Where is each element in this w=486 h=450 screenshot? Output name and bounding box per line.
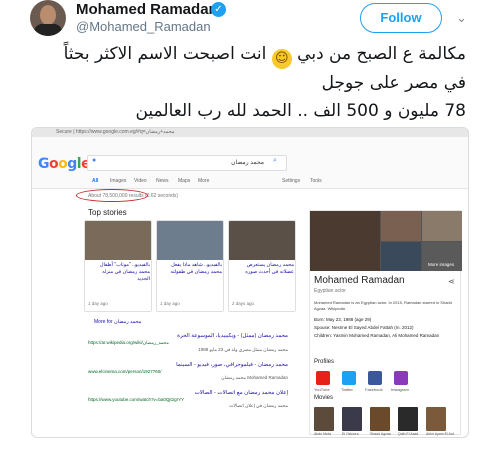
red-circle-annotation (76, 189, 148, 202)
movie-label: Qalb El Asad (398, 432, 419, 436)
google-logo-letter: g (67, 156, 77, 172)
movie-poster (370, 407, 390, 431)
kp-main-photo (310, 211, 380, 271)
tweet-card: Mohamed Ramadan ✓ @Mohamed_Ramadan Follo… (0, 0, 486, 450)
result-title: محمد رمضان (ممثل) - ويكيبيديا، الموسوعة … (177, 333, 288, 339)
result-title: محمد رمضان - فيلموجرافي، صور، فيديو - ال… (176, 362, 288, 368)
story-meta: 1 day ago (160, 301, 180, 306)
share-icon: ⋖ (448, 277, 455, 286)
tab-images: Images (110, 178, 127, 184)
movie-poster (314, 407, 334, 431)
tab-all: All (92, 178, 99, 184)
profiles-heading: Profiles (314, 359, 335, 365)
google-logo: Google (38, 156, 91, 172)
avatar[interactable] (30, 0, 66, 36)
movie-poster (342, 407, 362, 431)
result-url: https://ar.wikipedia.org/wiki/محمد_رمضان (88, 340, 169, 345)
story-card: بالفيديو.. شاهد ماذا يفعل محمد رمضان في … (156, 220, 224, 312)
avatar-face (40, 5, 56, 25)
result-snippet: محمد رمضان ممثل مصري ولد في 23 مايو 1988 (198, 347, 288, 352)
profile-label: Facebook (365, 387, 383, 392)
tweet-text-line-2: في مصر على جوجل (321, 73, 466, 93)
mic-icon: ● (92, 157, 97, 164)
grinning-face-emoji-icon: ☺ (271, 49, 292, 69)
story-thumbnail (157, 221, 223, 260)
movies-heading: Movies (314, 395, 334, 401)
story-card: محمد رمضان يستعرض عضلاته في أحدث صوره 2 … (228, 220, 296, 312)
movie-label: El Ostoora (342, 432, 359, 436)
knowledge-panel: More images Mohamed Ramadan ⋖ Egyptian a… (309, 210, 462, 436)
story-thumbnail (229, 221, 295, 260)
movie-label: Akhir Ayam El Ard (426, 432, 454, 436)
tab-settings: Settings (282, 178, 301, 184)
kp-fact: Born: May 23, 1988 (age 29) (314, 317, 372, 322)
movie-poster (426, 407, 446, 431)
google-logo-letter: o (58, 156, 68, 172)
movie-poster (398, 407, 418, 431)
story-title: بالفيديو.. شاهد ماذا يفعل محمد رمضان في … (170, 262, 222, 275)
search-result: محمد رمضان - فيلموجرافي، صور، فيديو - ال… (88, 362, 288, 381)
verified-badge-icon: ✓ (211, 2, 226, 17)
story-thumbnail (85, 221, 151, 260)
search-result: إعلان محمد رمضان مع اتصالات - الصالات ht… (88, 390, 288, 409)
tweet-text-line-1-b: انت اصبحت الاسم الاكثر بحثاً (63, 44, 267, 64)
movie-label: Shadd Agzaa (370, 432, 391, 436)
tab-maps: Maps (178, 178, 191, 184)
result-snippet: Mohamed Ramadan محمد رمضان (221, 375, 288, 380)
kp-subtitle: Egyptian actor (314, 288, 346, 294)
twitter-icon (342, 371, 356, 385)
story-meta: 1 day ago (88, 301, 108, 306)
story-meta: 2 days ago (232, 301, 255, 306)
result-url: www.elcinema.com/person/1927760/ (88, 369, 162, 374)
profile-label: Twitter (341, 387, 353, 392)
tweet-text-line-1-a: مكالمة ع الصبح من دبي (297, 44, 466, 64)
profile-label: Instagram (391, 387, 409, 392)
google-logo-letter: o (49, 156, 59, 172)
search-result: محمد رمضان (ممثل) - ويكيبيديا، الموسوعة … (88, 333, 288, 353)
google-logo-letter: G (38, 156, 50, 172)
attached-screenshot[interactable]: Secure | https://www.google.com.eg/#q=مح… (31, 127, 469, 438)
instagram-icon (394, 371, 408, 385)
movie-label: Abdo Mota (314, 432, 331, 436)
tab-news: News (156, 178, 169, 184)
avatar-body (34, 24, 62, 36)
top-stories-heading: Top stories (88, 208, 127, 217)
profile-label: YouTube (314, 387, 330, 392)
user-handle[interactable]: @Mohamed_Ramadan (76, 19, 211, 34)
story-title: محمد رمضان يستعرض عضلاته في أحدث صوره (245, 262, 294, 275)
tab-tools: Tools (310, 178, 322, 184)
display-name[interactable]: Mohamed Ramadan (76, 1, 218, 18)
kp-fact: Spouse: Nesrine El Sayed Abdel Fattah (m… (314, 325, 414, 330)
facebook-icon (368, 371, 382, 385)
more-news-link: More for محمد رمضان (94, 319, 142, 325)
google-header: Google محمد رمضان ● ⌕ All Images Video N… (32, 137, 468, 189)
result-snippet: محمد رمضان في إعلان اتصالات (229, 403, 288, 408)
follow-button[interactable]: Follow (360, 3, 442, 33)
more-images-link: More images (428, 262, 455, 267)
kp-title: Mohamed Ramadan (314, 275, 405, 286)
tab-video: Video (134, 178, 147, 184)
tab-more: More (198, 178, 210, 184)
knowledge-panel-images: More images (310, 211, 462, 271)
browser-url-bar: Secure | https://www.google.com.eg/#q=مح… (32, 128, 468, 137)
kp-photo (381, 211, 421, 241)
kp-description: Mohamed Ramadan is an Egyptian actor. In… (314, 300, 452, 311)
search-icon: ⌕ (273, 157, 277, 164)
google-search-box: محمد رمضان (87, 155, 287, 171)
result-title: إعلان محمد رمضان مع اتصالات - الصالات (194, 390, 288, 396)
kp-photo (422, 211, 462, 241)
youtube-icon (316, 371, 330, 385)
result-url: https://www.youtube.com/watch?v=ba0Qjt2g… (88, 397, 185, 402)
story-card: بالفيديو.. "موتاب" أطفال محمد رمضان في م… (84, 220, 152, 312)
kp-fact: Children: Yasmin Mohamed Ramadan, Ali Mo… (314, 333, 440, 338)
kp-photo (381, 242, 421, 271)
tweet-text-line-1: مكالمة ع الصبح من دبي ☺ انت اصبحت الاسم … (20, 44, 466, 69)
tweet-text-line-3: 78 مليون و 500 الف .. الحمد لله رب العال… (135, 101, 466, 121)
chevron-down-icon[interactable]: ⌄ (456, 10, 467, 26)
story-title: بالفيديو.. "موتاب" أطفال محمد رمضان في م… (99, 262, 150, 282)
